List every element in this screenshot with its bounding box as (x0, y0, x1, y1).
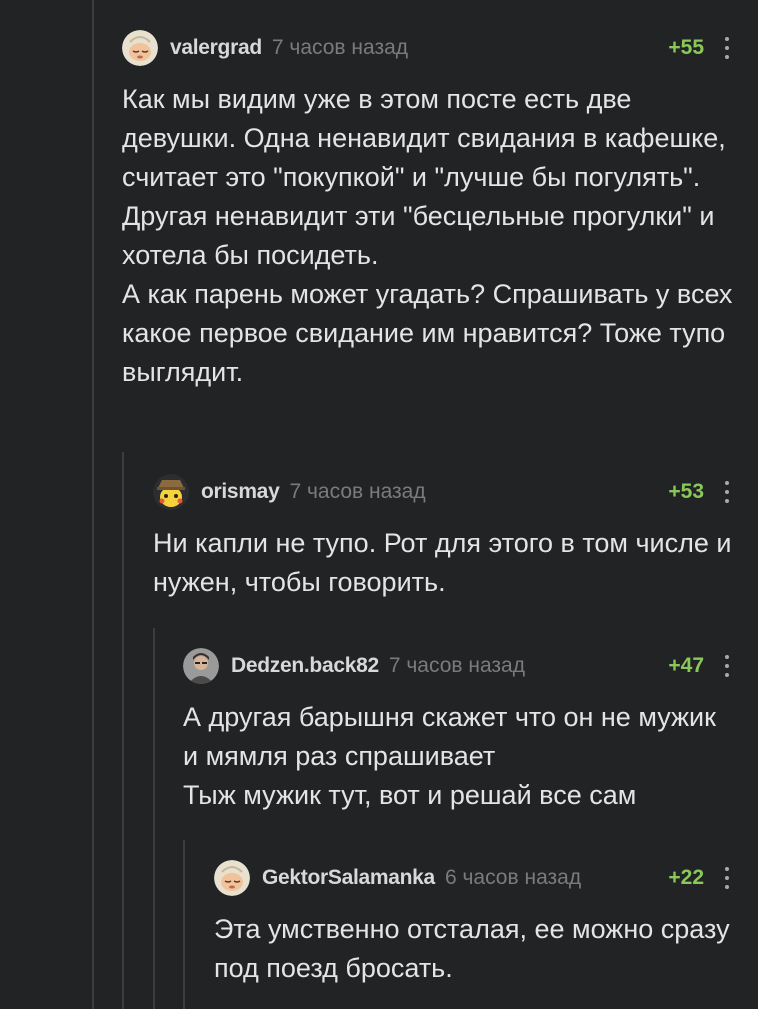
person-photo-avatar[interactable] (183, 648, 219, 684)
timestamp[interactable]: 7 часов назад (389, 654, 525, 678)
comment-text: Ни капли не тупо. Рот для этого в том чи… (153, 528, 732, 597)
more-vertical-icon[interactable] (720, 655, 734, 677)
comment-header: valergrad 7 часов назад +55 (122, 30, 734, 66)
username[interactable]: orismay (201, 480, 280, 504)
rating-value: +55 (668, 36, 704, 59)
comment-text: А другая барышня скажет что он не мужик … (183, 702, 716, 810)
thread-line-level-3 (153, 628, 155, 1009)
thread-line-level-4 (183, 840, 185, 1009)
comment-header: Dedzen.back82 7 часов назад +47 (183, 648, 734, 684)
more-vertical-icon[interactable] (720, 481, 734, 503)
thread-line-level-2 (122, 452, 124, 1009)
rating-value: +22 (668, 866, 704, 889)
sleepy-face-avatar[interactable] (122, 30, 158, 66)
pikachu-detective-avatar[interactable] (153, 474, 189, 510)
comment-gektorsalamanka: GektorSalamanka 6 часов назад +22 Эта ум… (214, 860, 734, 988)
timestamp[interactable]: 7 часов назад (289, 480, 425, 504)
sleepy-face-avatar[interactable] (214, 860, 250, 896)
comment-orismay: orismay 7 часов назад +53 Ни капли не ту… (153, 474, 734, 602)
username[interactable]: Dedzen.back82 (231, 654, 379, 678)
more-vertical-icon[interactable] (720, 37, 734, 59)
thread-line-level-1 (92, 0, 94, 1009)
rating-value: +53 (668, 480, 704, 503)
rating-value: +47 (668, 654, 704, 677)
comment-header: orismay 7 часов назад +53 (153, 474, 734, 510)
username[interactable]: GektorSalamanka (262, 866, 435, 890)
timestamp[interactable]: 6 часов назад (445, 866, 581, 890)
timestamp[interactable]: 7 часов назад (272, 36, 408, 60)
comment-valergrad: valergrad 7 часов назад +55 Как мы видим… (122, 30, 734, 392)
comment-dedzen-back82: Dedzen.back82 7 часов назад +47 А другая… (183, 648, 734, 815)
comment-text: Эта умственно отсталая, ее можно сразу п… (214, 914, 730, 983)
more-vertical-icon[interactable] (720, 867, 734, 889)
comment-header: GektorSalamanka 6 часов назад +22 (214, 860, 734, 896)
comment-text: Как мы видим уже в этом посте есть две д… (122, 84, 733, 387)
username[interactable]: valergrad (170, 36, 262, 60)
